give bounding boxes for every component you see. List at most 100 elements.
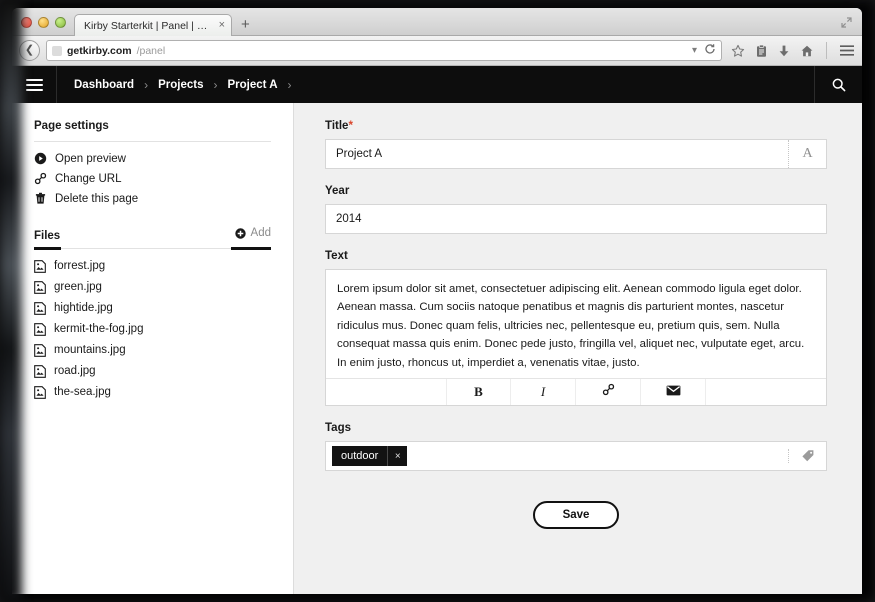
tag-chip[interactable]: outdoor ×: [332, 446, 407, 466]
list-item[interactable]: road.jpg: [34, 365, 271, 378]
year-input[interactable]: 2014: [326, 205, 826, 233]
url-path: /panel: [137, 45, 166, 57]
italic-button[interactable]: I: [511, 379, 576, 405]
page-settings-heading: Page settings: [34, 120, 271, 141]
sidebar-item-delete-page[interactable]: Delete this page: [34, 192, 271, 205]
window-controls: [12, 17, 74, 35]
search-button[interactable]: [814, 66, 862, 103]
page-settings-actions: Open preview Change URL: [34, 152, 271, 205]
tag-icon[interactable]: [788, 449, 826, 463]
sidebar-item-label: Open preview: [55, 153, 126, 165]
image-file-icon: [34, 386, 46, 399]
fullscreen-icon[interactable]: [840, 16, 853, 29]
close-icon[interactable]: ×: [219, 20, 225, 31]
download-icon[interactable]: [778, 44, 790, 58]
star-icon[interactable]: [731, 44, 745, 58]
files-heading: Files: [34, 230, 60, 242]
file-name: hightide.jpg: [54, 302, 113, 314]
chevron-right-icon: ›: [137, 78, 155, 92]
plus-circle-icon: [235, 228, 246, 239]
breadcrumb-item-dashboard[interactable]: Dashboard: [71, 79, 137, 91]
close-window-button[interactable]: [21, 17, 32, 28]
list-item[interactable]: forrest.jpg: [34, 260, 271, 273]
field-tags: Tags outdoor ×: [325, 422, 827, 471]
panel-topbar: Dashboard › Projects › Project A ›: [12, 66, 862, 103]
panel-body: Page settings Open preview: [12, 103, 862, 594]
add-file-label: Add: [251, 227, 271, 239]
field-label: Text: [325, 250, 827, 262]
field-label: Year: [325, 185, 827, 197]
tags-input-wrapper[interactable]: outdoor ×: [325, 441, 827, 471]
bold-icon: B: [474, 384, 483, 400]
new-tab-button[interactable]: +: [232, 17, 259, 35]
year-input-wrapper[interactable]: 2014: [325, 204, 827, 234]
reload-icon[interactable]: [704, 43, 716, 58]
breadcrumb: Dashboard › Projects › Project A ›: [57, 66, 299, 103]
form-actions: Save: [325, 487, 827, 529]
divider: [34, 248, 271, 249]
image-file-icon: [34, 281, 46, 294]
reader-icon[interactable]: [755, 44, 768, 58]
remove-tag-icon[interactable]: ×: [387, 446, 407, 466]
list-item[interactable]: the-sea.jpg: [34, 386, 271, 399]
link-icon: [602, 383, 615, 401]
bold-button[interactable]: B: [446, 379, 511, 405]
minimize-window-button[interactable]: [38, 17, 49, 28]
text-textarea[interactable]: Lorem ipsum dolor sit amet, consectetuer…: [326, 270, 826, 378]
field-year: Year 2014: [325, 185, 827, 234]
save-button[interactable]: Save: [533, 501, 620, 529]
required-mark: *: [348, 120, 352, 132]
main-content: Title* Project A A Year 2014: [293, 103, 862, 594]
desktop-background: Kirby Starterkit | Panel | Projec... × +…: [0, 0, 875, 602]
sidebar-item-open-preview[interactable]: Open preview: [34, 152, 271, 165]
panel-menu-button[interactable]: [12, 66, 57, 103]
browser-window: Kirby Starterkit | Panel | Projec... × +…: [12, 8, 862, 594]
file-name: kermit-the-fog.jpg: [54, 323, 143, 335]
list-item[interactable]: mountains.jpg: [34, 344, 271, 357]
text-editor-toolbar: B I: [326, 378, 826, 405]
tab-title: Kirby Starterkit | Panel | Projec...: [84, 20, 214, 32]
back-arrow-icon[interactable]: ❮: [19, 40, 40, 61]
browser-action-icons: [728, 42, 855, 59]
home-icon[interactable]: [800, 44, 814, 58]
chevron-down-icon[interactable]: ▾: [692, 45, 697, 56]
breadcrumb-item-project-a[interactable]: Project A: [224, 79, 280, 91]
tags-input[interactable]: outdoor ×: [326, 442, 788, 470]
file-name: the-sea.jpg: [54, 386, 111, 398]
italic-icon: I: [541, 384, 545, 400]
image-file-icon: [34, 344, 46, 357]
list-item[interactable]: hightide.jpg: [34, 302, 271, 315]
file-name: green.jpg: [54, 281, 102, 293]
breadcrumb-item-projects[interactable]: Projects: [155, 79, 206, 91]
email-icon: [666, 383, 681, 401]
divider: [34, 141, 271, 142]
text-editor: Lorem ipsum dolor sit amet, consectetuer…: [325, 269, 827, 406]
link-button[interactable]: [576, 379, 641, 405]
field-label: Title*: [325, 120, 827, 132]
files-header: Files Add: [34, 227, 271, 242]
address-bar-actions: ▾: [692, 43, 716, 58]
search-icon: [831, 77, 847, 93]
field-text: Text Lorem ipsum dolor sit amet, consect…: [325, 250, 827, 406]
link-icon: [34, 172, 47, 185]
chevron-right-icon: ›: [206, 78, 224, 92]
trash-icon: [34, 192, 47, 205]
file-name: mountains.jpg: [54, 344, 126, 356]
title-input-wrapper[interactable]: Project A A: [325, 139, 827, 169]
text-format-icon[interactable]: A: [788, 140, 826, 168]
play-circle-icon: [34, 152, 47, 165]
email-button[interactable]: [641, 379, 706, 405]
kirby-panel: Dashboard › Projects › Project A ›: [12, 66, 862, 594]
tag-label: outdoor: [332, 446, 387, 466]
zoom-window-button[interactable]: [55, 17, 66, 28]
add-file-button[interactable]: Add: [235, 227, 271, 239]
hamburger-menu-icon[interactable]: [839, 44, 855, 57]
sidebar-item-change-url[interactable]: Change URL: [34, 172, 271, 185]
address-bar[interactable]: getkirby.com /panel ▾: [46, 40, 722, 61]
title-input[interactable]: Project A: [326, 140, 788, 168]
field-title: Title* Project A A: [325, 120, 827, 169]
browser-tab[interactable]: Kirby Starterkit | Panel | Projec... ×: [74, 14, 232, 36]
list-item[interactable]: kermit-the-fog.jpg: [34, 323, 271, 336]
field-label-text: Title: [325, 120, 348, 132]
list-item[interactable]: green.jpg: [34, 281, 271, 294]
